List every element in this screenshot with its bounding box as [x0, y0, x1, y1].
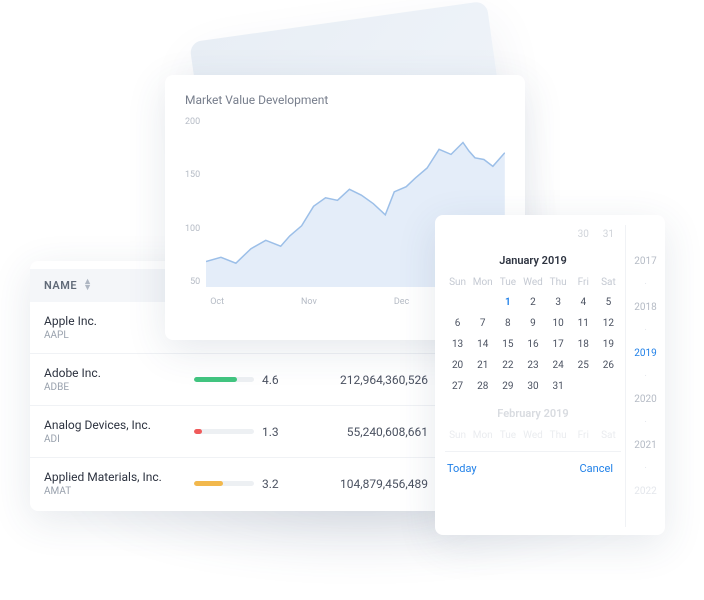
- company-name: Analog Devices, Inc.: [44, 418, 194, 432]
- date-picker-card: 3031 January 2019 SunMonTueWedThuFriSat …: [435, 215, 665, 535]
- calendar-day[interactable]: 24: [546, 355, 571, 376]
- calendar-year-selector: 2017·2018·2019·2020·2021·2022: [625, 225, 665, 527]
- calendar-day[interactable]: 6: [445, 313, 470, 334]
- calendar-day[interactable]: 26: [596, 355, 621, 376]
- calendar-day[interactable]: 14: [470, 334, 495, 355]
- calendar-day[interactable]: 8: [495, 313, 520, 334]
- calendar-day[interactable]: 4: [571, 292, 596, 313]
- calendar-prev-trailing: 3031: [445, 225, 621, 244]
- calendar-next-dow-header: SunMonTueWedThuFriSat: [445, 426, 621, 445]
- market-cap: 212,964,360,526: [290, 373, 436, 387]
- calendar-next-month-title: February 2019: [445, 397, 621, 426]
- calendar-day[interactable]: 29: [495, 376, 520, 397]
- calendar-year[interactable]: 2018: [626, 302, 665, 313]
- calendar-day[interactable]: 7: [470, 313, 495, 334]
- calendar-day[interactable]: 19: [596, 334, 621, 355]
- calendar-day[interactable]: 11: [571, 313, 596, 334]
- calendar-day[interactable]: 1: [495, 292, 520, 313]
- calendar-day[interactable]: 23: [520, 355, 545, 376]
- score-bar: [194, 429, 254, 434]
- table-row[interactable]: Analog Devices, Inc. ADI 1.355,240,608,661: [30, 406, 450, 458]
- market-cap: 55,240,608,661: [290, 425, 436, 439]
- calendar-prev-day[interactable]: 30: [571, 225, 596, 244]
- calendar-day[interactable]: 3: [546, 292, 571, 313]
- calendar-day[interactable]: 27: [445, 376, 470, 397]
- company-ticker: ADBE: [44, 382, 194, 393]
- company-name: Applied Materials, Inc.: [44, 470, 194, 484]
- calendar-day[interactable]: 12: [596, 313, 621, 334]
- chart-title: Market Value Development: [185, 93, 505, 107]
- calendar-day[interactable]: 18: [571, 334, 596, 355]
- calendar-day[interactable]: 22: [495, 355, 520, 376]
- calendar-today-button[interactable]: Today: [447, 462, 477, 475]
- header-label: NAME: [44, 279, 77, 292]
- table-row[interactable]: Applied Materials, Inc. AMAT 3.2104,879,45…: [30, 458, 450, 509]
- chart-y-axis: 20015010050: [185, 117, 206, 287]
- table-row[interactable]: Adobe Inc. ADBE 4.6212,964,360,526: [30, 354, 450, 406]
- score-value: 3.2: [254, 477, 290, 491]
- score-bar: [194, 377, 254, 382]
- company-ticker: AMAT: [44, 486, 194, 497]
- company-ticker: ADI: [44, 434, 194, 445]
- calendar-day[interactable]: 13: [445, 334, 470, 355]
- calendar-year[interactable]: 2021: [626, 440, 665, 451]
- calendar-prev-day[interactable]: 31: [596, 225, 621, 244]
- calendar-day[interactable]: 16: [520, 334, 545, 355]
- market-cap: 104,879,456,489: [290, 477, 436, 491]
- calendar-day[interactable]: 20: [445, 355, 470, 376]
- sort-icon: ▲▼: [83, 280, 92, 291]
- calendar-year[interactable]: 2017: [626, 256, 665, 267]
- calendar-day[interactable]: 31: [546, 376, 571, 397]
- score-bar: [194, 481, 254, 486]
- calendar-day[interactable]: 25: [571, 355, 596, 376]
- calendar-day[interactable]: 17: [546, 334, 571, 355]
- score-value: 4.6: [254, 373, 290, 387]
- calendar-day[interactable]: 5: [596, 292, 621, 313]
- calendar-day[interactable]: 2: [520, 292, 545, 313]
- calendar-cancel-button[interactable]: Cancel: [580, 462, 613, 475]
- calendar-day[interactable]: 10: [546, 313, 571, 334]
- company-name: Adobe Inc.: [44, 366, 194, 380]
- calendar-day[interactable]: 21: [470, 355, 495, 376]
- calendar-dow-header: SunMonTueWedThuFriSat: [445, 273, 621, 292]
- calendar-day[interactable]: 30: [520, 376, 545, 397]
- calendar-year[interactable]: 2019: [626, 348, 665, 359]
- calendar-year[interactable]: 2022: [626, 486, 665, 497]
- calendar-month-title: January 2019: [445, 244, 621, 273]
- calendar-day[interactable]: 9: [520, 313, 545, 334]
- calendar-year[interactable]: 2020: [626, 394, 665, 405]
- calendar-day[interactable]: 28: [470, 376, 495, 397]
- calendar-actions: Today Cancel: [445, 451, 621, 475]
- calendar-day[interactable]: 15: [495, 334, 520, 355]
- score-value: 1.3: [254, 425, 290, 439]
